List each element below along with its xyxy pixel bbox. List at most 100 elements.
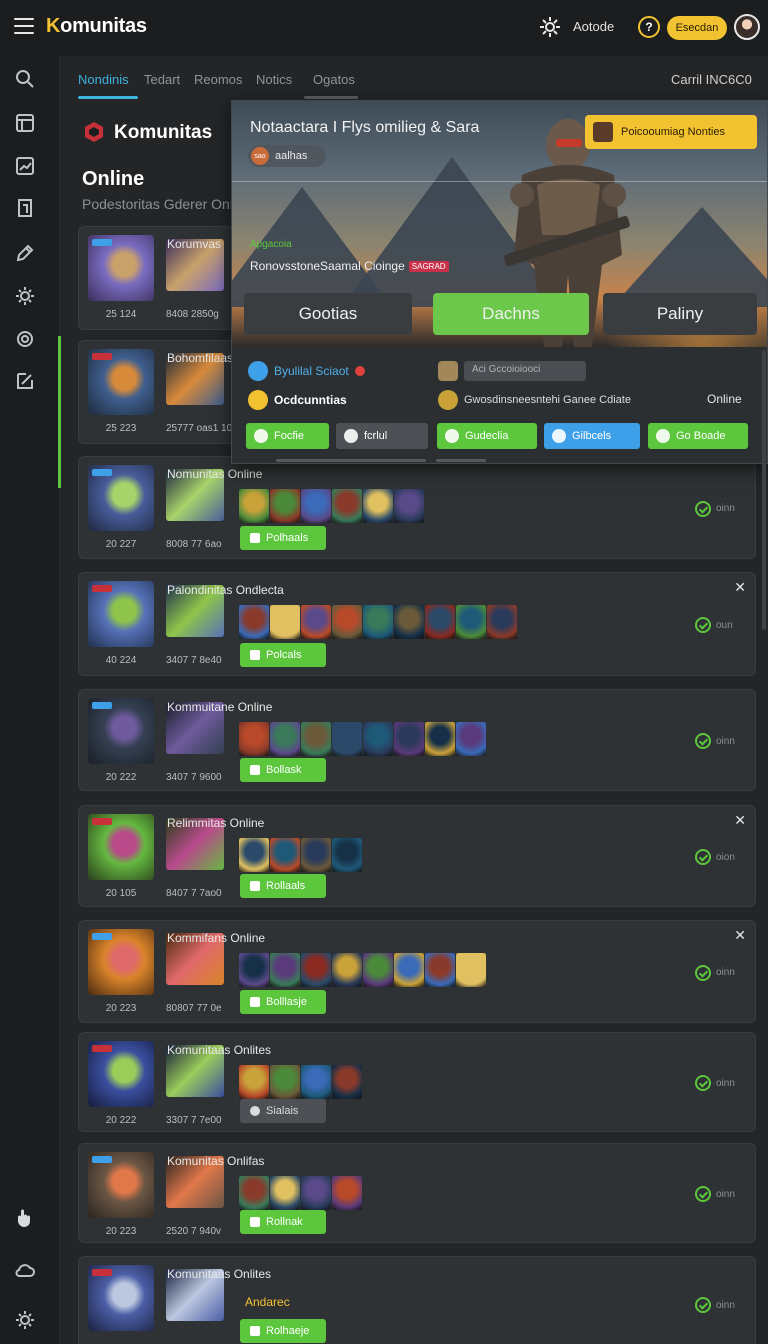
member-avatar[interactable]: [394, 489, 424, 523]
join-button[interactable]: Sialais: [240, 1099, 326, 1123]
member-avatar[interactable]: [301, 489, 331, 523]
member-avatar[interactable]: [301, 1176, 331, 1210]
community-name[interactable]: Korumvas: [167, 237, 221, 251]
community-thumbnail[interactable]: [88, 581, 154, 647]
info-input-row[interactable]: Aci Gccoioiooci: [438, 361, 586, 381]
join-button[interactable]: Bolllasje: [240, 990, 326, 1014]
community-thumbnail[interactable]: [88, 929, 154, 995]
horizontal-scrollbar[interactable]: [276, 459, 426, 462]
member-avatar[interactable]: [363, 953, 393, 987]
author-chip[interactable]: sao aalhas: [248, 145, 326, 167]
community-card[interactable]: Komunitaas Onlites Andarec Rolhaeje oinn: [78, 1256, 756, 1344]
gear-icon[interactable]: [538, 15, 562, 39]
member-avatar[interactable]: [332, 838, 362, 872]
app-title[interactable]: Komunitas: [46, 15, 147, 38]
settings-icon[interactable]: [14, 328, 36, 350]
fcrlul-button[interactable]: fcrlul: [336, 423, 428, 449]
cloud-icon[interactable]: [14, 1259, 36, 1281]
tab-reomos[interactable]: Reomos: [194, 72, 242, 87]
member-avatar[interactable]: [239, 489, 269, 523]
info-link-1[interactable]: Byulilal Sciaot: [248, 361, 365, 381]
community-name[interactable]: Komunitaas Onlites: [167, 1043, 271, 1057]
document-icon[interactable]: [14, 197, 36, 219]
gudeclia-button[interactable]: Gudeclia: [437, 423, 537, 449]
community-name[interactable]: Komunitaas Onlites: [167, 1267, 271, 1281]
member-avatar[interactable]: [270, 1176, 300, 1210]
avatar[interactable]: [734, 14, 760, 40]
gootias-button[interactable]: Gootias: [244, 293, 412, 335]
member-avatar[interactable]: [332, 1065, 362, 1099]
member-avatar[interactable]: [332, 489, 362, 523]
member-avatar[interactable]: [239, 1065, 269, 1099]
tab-notics[interactable]: Notics: [256, 72, 292, 87]
member-avatar[interactable]: [270, 722, 300, 756]
join-button[interactable]: Polhaals: [240, 526, 326, 550]
member-avatar[interactable]: [332, 953, 362, 987]
main-scrollbar[interactable]: [762, 350, 766, 630]
community-thumbnail[interactable]: [88, 349, 154, 415]
community-thumbnail[interactable]: [88, 1041, 154, 1107]
community-card[interactable]: 20 227 8008 77 6ao Nomunitas Online Polhaal…: [78, 456, 756, 559]
tab-ogatos[interactable]: Ogatos: [313, 72, 355, 87]
member-avatar[interactable]: [425, 722, 455, 756]
community-card[interactable]: 20 223 2520 7 940v Komunitas Onlifas Rollna…: [78, 1143, 756, 1243]
community-thumbnail[interactable]: [88, 1152, 154, 1218]
community-name[interactable]: Nomunitas Online: [167, 467, 262, 481]
member-avatar[interactable]: [394, 722, 424, 756]
member-avatar[interactable]: [487, 605, 517, 639]
member-avatar[interactable]: [363, 605, 393, 639]
community-thumbnail[interactable]: [88, 235, 154, 301]
gear-icon[interactable]: [14, 285, 36, 307]
member-avatar[interactable]: [456, 953, 486, 987]
member-avatar[interactable]: [270, 605, 300, 639]
close-icon[interactable]: ✕: [734, 579, 746, 596]
puzzle-icon[interactable]: [14, 242, 36, 264]
member-avatar[interactable]: [425, 953, 455, 987]
premium-button[interactable]: Esecdan: [667, 16, 727, 40]
close-icon[interactable]: ✕: [734, 812, 746, 829]
member-avatar[interactable]: [301, 722, 331, 756]
member-avatar[interactable]: [270, 953, 300, 987]
member-avatar[interactable]: [301, 838, 331, 872]
community-name[interactable]: Komunitas Onlifas: [167, 1154, 264, 1168]
go-boade-button[interactable]: Go Boade: [648, 423, 748, 449]
tab-tedart[interactable]: Tedart: [144, 72, 180, 87]
search-icon[interactable]: [14, 68, 36, 90]
community-thumbnail[interactable]: [88, 698, 154, 764]
member-avatar[interactable]: [332, 605, 362, 639]
community-thumbnail[interactable]: [88, 1265, 154, 1331]
edit-icon[interactable]: [14, 370, 36, 392]
member-avatar[interactable]: [270, 489, 300, 523]
member-avatar[interactable]: [332, 1176, 362, 1210]
gilbcels-button[interactable]: Gilbcels: [544, 423, 640, 449]
community-name[interactable]: Kommifans Online: [167, 931, 265, 945]
member-avatar[interactable]: [425, 605, 455, 639]
community-name[interactable]: Palondinitas Ondlecta: [167, 583, 284, 597]
member-avatar[interactable]: [239, 722, 269, 756]
hand-icon[interactable]: [14, 1207, 36, 1229]
join-button[interactable]: Bollask: [240, 758, 326, 782]
focfie-button[interactable]: Focfie: [246, 423, 329, 449]
member-avatar[interactable]: [239, 953, 269, 987]
community-name[interactable]: Bohomfilaas: [167, 351, 233, 365]
community-card[interactable]: 20 223 80807 77 0e Kommifans Online Bolllas…: [78, 920, 756, 1023]
join-button[interactable]: Polcals: [240, 643, 326, 667]
member-avatar[interactable]: [394, 953, 424, 987]
search-input[interactable]: Aci Gccoioiooci: [464, 361, 586, 381]
community-card[interactable]: 20 222 3407 7 9600 Kommuitane Online Bollas…: [78, 689, 756, 791]
member-avatar[interactable]: [239, 1176, 269, 1210]
join-button[interactable]: Rollaals: [240, 874, 326, 898]
member-avatar[interactable]: [332, 722, 362, 756]
notice-banner[interactable]: Poicooumiag Nonties: [585, 115, 757, 149]
member-avatar[interactable]: [363, 489, 393, 523]
tab-nondinis[interactable]: Nondinis: [78, 72, 129, 87]
member-avatar[interactable]: [239, 838, 269, 872]
community-thumbnail[interactable]: [88, 465, 154, 531]
member-avatar[interactable]: [270, 838, 300, 872]
calendar-icon[interactable]: [14, 112, 36, 134]
menu-icon[interactable]: [14, 18, 34, 34]
join-button[interactable]: Rolhaeje: [240, 1319, 326, 1343]
dachns-button[interactable]: Dachns: [433, 293, 589, 335]
community-card[interactable]: 20 222 3307 7 7e00 Komunitaas Onlites Siala…: [78, 1032, 756, 1132]
horizontal-scrollbar[interactable]: [436, 459, 486, 462]
